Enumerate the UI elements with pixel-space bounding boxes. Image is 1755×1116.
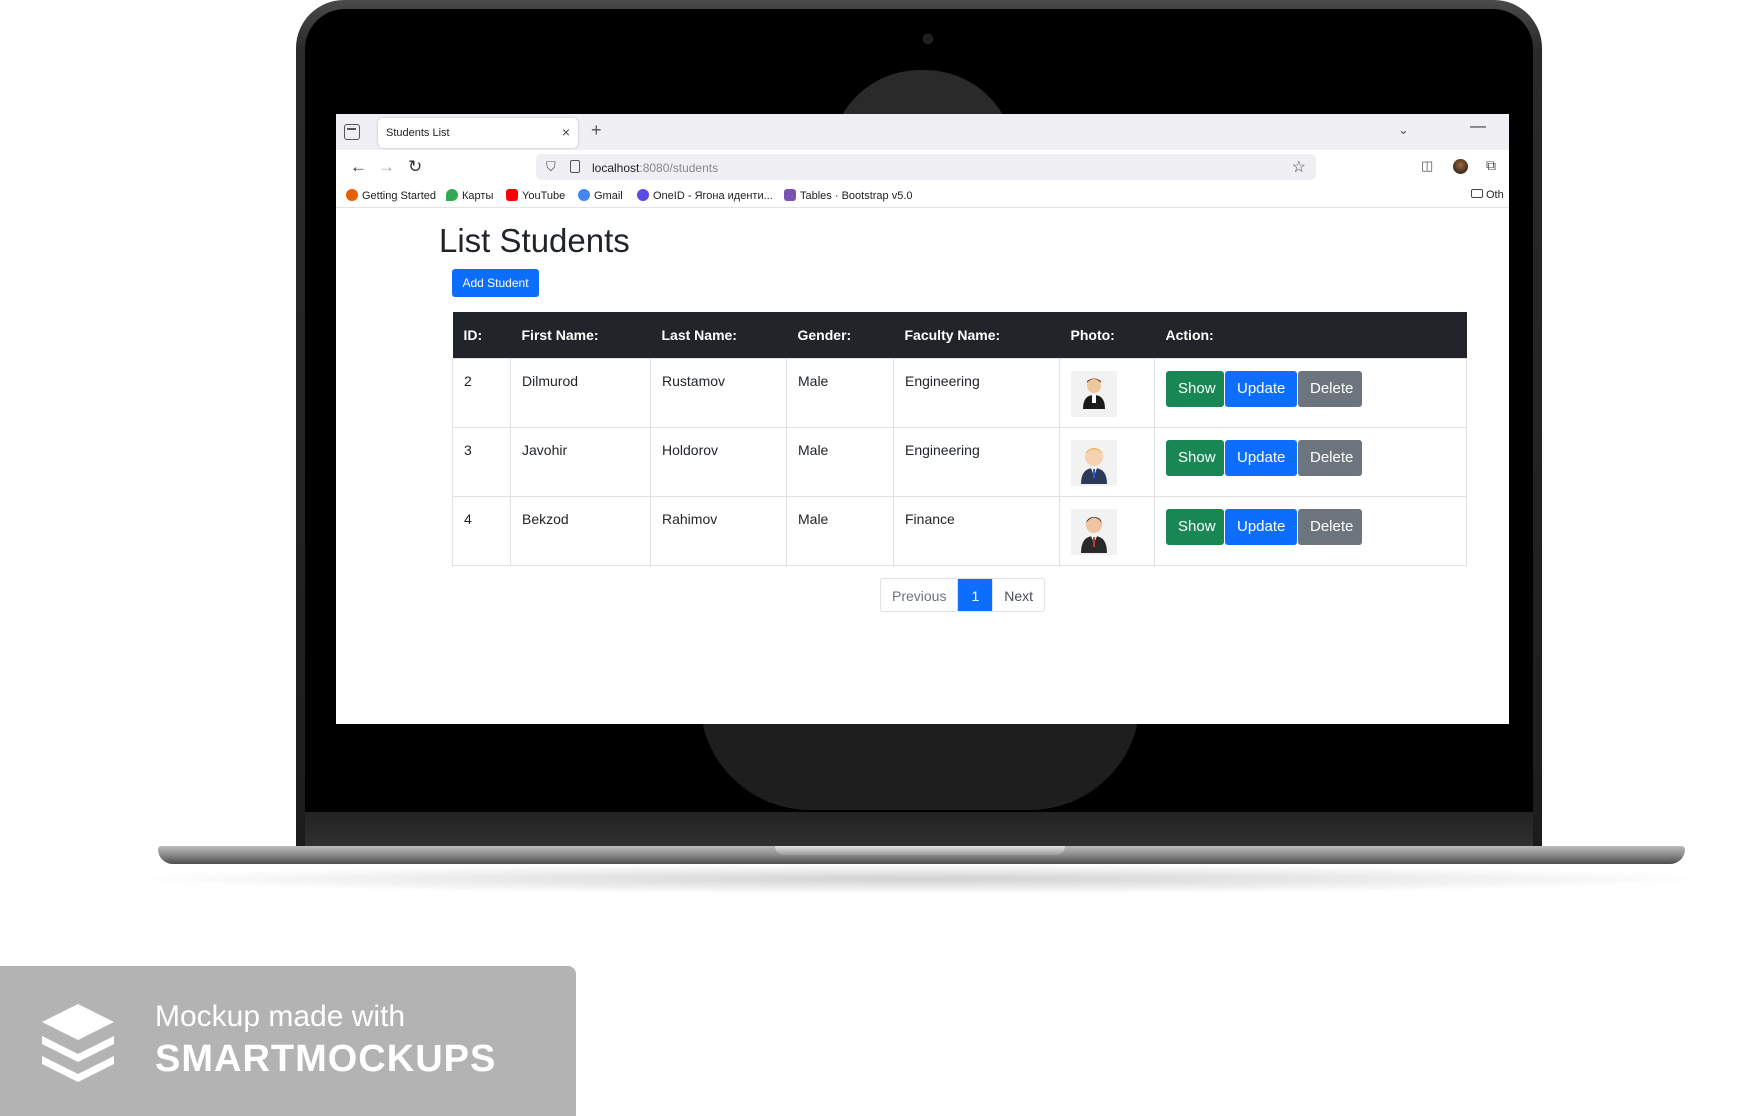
cell-photo [1059,357,1155,428]
bookmark-youtube[interactable]: YouTube [506,189,565,202]
shield-icon[interactable]: ⛉ [546,159,556,175]
camera-icon [923,34,933,44]
cell-actions: Show Update Delete [1154,426,1467,497]
pagination: Previous 1 Next [880,578,1046,612]
cell-first-name: Bekzod [510,495,651,566]
cell-faculty: Engineering [893,357,1060,428]
watermark-brand: SMARTMOCKUPS [155,1038,497,1080]
students-table: ID: First Name: Last Name: Gender: Facul… [452,312,1467,566]
table-header-row: ID: First Name: Last Name: Gender: Facul… [452,312,1467,358]
show-button[interactable]: Show [1166,439,1224,476]
delete-button[interactable]: Delete [1298,370,1362,407]
bookmark-gmail[interactable]: Gmail [578,189,623,202]
update-button[interactable]: Update [1225,508,1297,545]
show-button[interactable]: Show [1166,508,1224,545]
student-photo [1071,508,1117,555]
delete-button[interactable]: Delete [1298,439,1362,476]
bookmarks-bar: Getting Started Карты YouTube Gmail OneI… [336,184,1509,208]
map-pin-icon [446,189,458,201]
column-header: Action: [1154,312,1467,358]
avatar[interactable] [1453,159,1468,174]
watermark-text: Mockup made with [155,1000,406,1033]
watermark: Mockup made with SMARTMOCKUPS [0,966,576,1116]
pagination-page-1[interactable]: 1 [958,579,994,611]
extensions-icon[interactable]: ⧉ [1486,157,1496,174]
column-header: Last Name: [650,312,787,358]
student-photo [1071,439,1117,486]
cell-last-name: Rahimov [650,495,787,566]
tab-title: Students List [386,127,450,139]
tab-students-list[interactable]: Students List × [378,118,578,148]
cell-actions: Show Update Delete [1154,357,1467,428]
cell-id: 3 [452,426,511,497]
update-button[interactable]: Update [1225,370,1297,407]
cell-last-name: Holdorov [650,426,787,497]
cell-first-name: Javohir [510,426,651,497]
firefox-icon [346,189,358,201]
pagination-next[interactable]: Next [993,579,1044,611]
google-icon [578,189,590,201]
folder-icon [1471,189,1483,198]
cell-id: 4 [452,495,511,566]
forward-icon[interactable]: → [378,157,395,177]
layers-icon [42,1004,114,1082]
cell-first-name: Dilmurod [510,357,651,428]
cell-gender: Male [786,495,894,566]
bootstrap-icon [784,189,796,201]
table-row: 3 Javohir Holdorov Male Engineering Show… [452,426,1467,497]
column-header: ID: [452,312,511,358]
tab-bar: Students List × + ⌄ — [336,114,1509,150]
table-row: 4 Bekzod Rahimov Male Finance Show Update… [452,495,1467,566]
cell-gender: Male [786,426,894,497]
student-photo [1071,370,1117,417]
page-icon [570,160,580,173]
cell-photo [1059,495,1155,566]
oneid-icon [637,189,649,201]
column-header: Faculty Name: [893,312,1060,358]
star-icon[interactable]: ☆ [1292,157,1306,177]
mockup-stage: Students List × + ⌄ — ← → ↻ ⛉ localhost:… [0,0,1755,1116]
chevron-down-icon[interactable]: ⌄ [1398,122,1409,138]
laptop-shadow [120,864,1720,894]
reload-icon[interactable]: ↻ [408,157,422,177]
bookmark-getting-started[interactable]: Getting Started [346,189,436,202]
cell-actions: Show Update Delete [1154,495,1467,566]
laptop-base-notch [775,846,1065,855]
update-button[interactable]: Update [1225,439,1297,476]
url-text[interactable]: localhost:8080/students [592,161,718,175]
minimize-icon[interactable]: — [1470,118,1486,136]
tab-list-icon[interactable] [344,124,360,140]
browser-window: Students List × + ⌄ — ← → ↻ ⛉ localhost:… [336,114,1509,724]
youtube-icon [506,189,518,201]
column-header: First Name: [510,312,651,358]
close-icon[interactable]: × [562,124,570,140]
pagination-previous[interactable]: Previous [881,579,959,611]
pocket-icon[interactable]: ◫ [1421,158,1433,174]
page-title: List Students [439,222,630,259]
cell-id: 2 [452,357,511,428]
bookmark-other[interactable]: Oth [1471,189,1504,201]
column-header: Gender: [786,312,894,358]
cell-gender: Male [786,357,894,428]
table-row: 2 Dilmurod Rustamov Male Engineering Sho… [452,357,1467,428]
address-bar[interactable]: ⛉ localhost:8080/students ☆ [536,154,1316,180]
navigation-bar: ← → ↻ ⛉ localhost:8080/students ☆ ◫ ⧉ [336,150,1509,184]
new-tab-icon[interactable]: + [591,120,602,141]
bookmark-maps[interactable]: Карты [446,189,493,202]
cell-last-name: Rustamov [650,357,787,428]
add-student-button[interactable]: Add Student [452,269,539,297]
cell-faculty: Engineering [893,426,1060,497]
show-button[interactable]: Show [1166,370,1224,407]
delete-button[interactable]: Delete [1298,508,1362,545]
cell-photo [1059,426,1155,497]
bookmark-oneid[interactable]: OneID - Ягона иденти... [637,189,773,202]
cell-faculty: Finance [893,495,1060,566]
bookmark-bootstrap[interactable]: Tables · Bootstrap v5.0 [784,189,913,202]
column-header: Photo: [1059,312,1155,358]
back-icon[interactable]: ← [350,157,367,177]
